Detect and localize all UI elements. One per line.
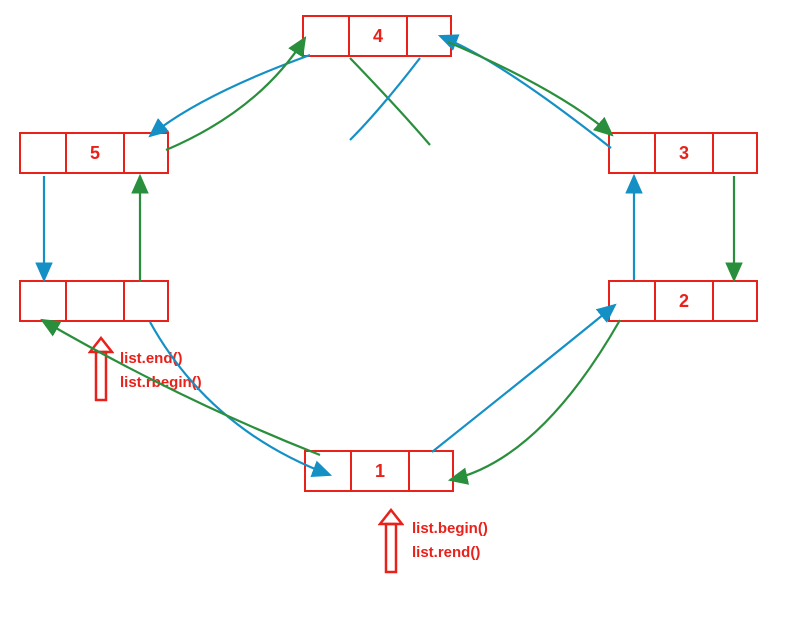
- label-rbegin: list.rbegin(): [120, 374, 202, 391]
- node-5: 5: [19, 132, 169, 174]
- node-end-value: [67, 282, 125, 320]
- indicator-end: [88, 336, 114, 409]
- node-end-next: [125, 282, 167, 320]
- node-4-value: 4: [350, 17, 408, 55]
- node-4-prev: [304, 17, 350, 55]
- node-5-next: [125, 134, 167, 172]
- node-5-prev: [21, 134, 67, 172]
- node-4: 4: [302, 15, 452, 57]
- label-rend: list.rend(): [412, 544, 480, 561]
- node-2-value: 2: [656, 282, 714, 320]
- node-5-value: 5: [67, 134, 125, 172]
- node-2-prev: [610, 282, 656, 320]
- node-1-value: 1: [352, 452, 410, 490]
- indicator-begin: [378, 508, 404, 581]
- node-end-prev: [21, 282, 67, 320]
- label-end: list.end(): [120, 350, 183, 367]
- node-3: 3: [608, 132, 758, 174]
- node-1-next: [410, 452, 452, 490]
- node-4-next: [408, 17, 450, 55]
- node-2: 2: [608, 280, 758, 322]
- node-3-value: 3: [656, 134, 714, 172]
- node-3-next: [714, 134, 756, 172]
- node-end: [19, 280, 169, 322]
- node-1: 1: [304, 450, 454, 492]
- node-1-prev: [306, 452, 352, 490]
- node-3-prev: [610, 134, 656, 172]
- node-2-next: [714, 282, 756, 320]
- label-begin: list.begin(): [412, 520, 488, 537]
